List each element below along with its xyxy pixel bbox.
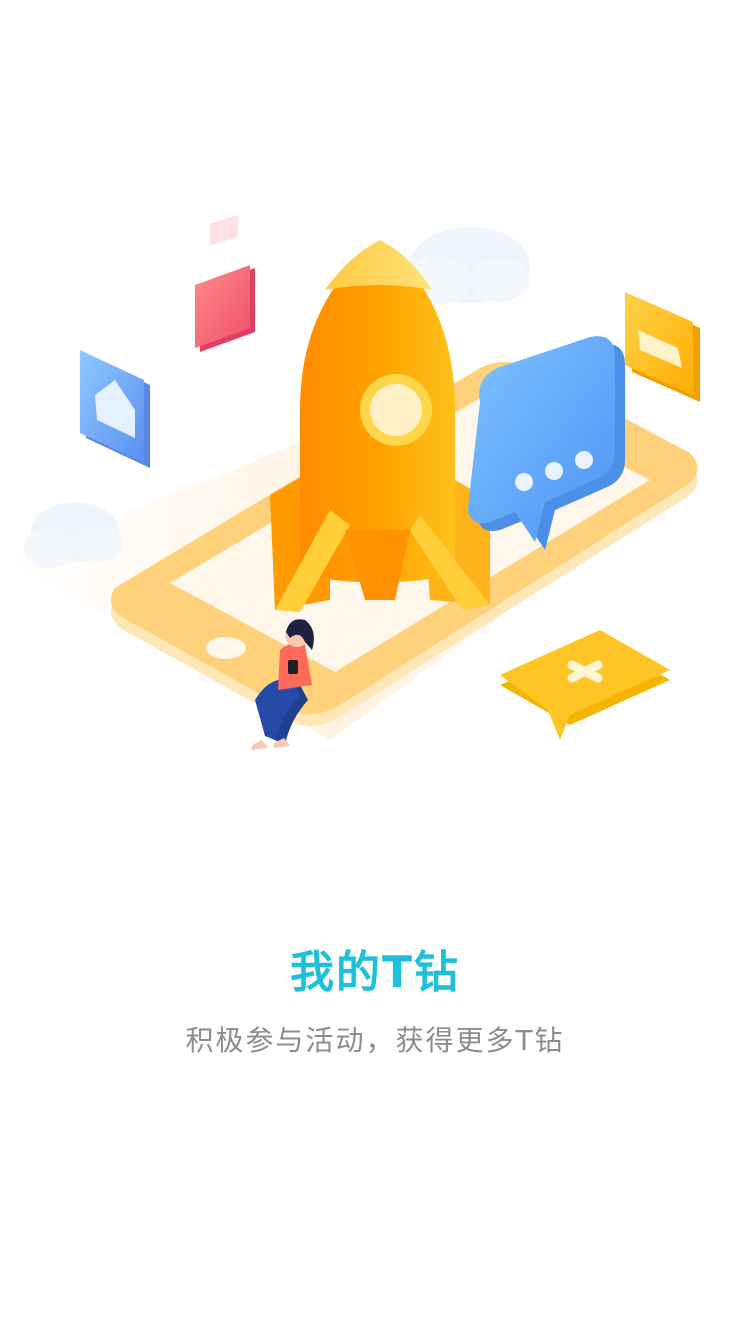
- house-icon: [80, 350, 150, 468]
- cloud-icon: [24, 502, 122, 568]
- car-icon: [625, 292, 700, 402]
- onboarding-illustration: [0, 180, 750, 780]
- close-icon: [500, 630, 670, 740]
- briefcase-icon: [195, 215, 255, 352]
- page-title: 我的T钻: [289, 947, 460, 998]
- page-subtitle: 积极参与活动，获得更多T钻: [185, 1024, 565, 1057]
